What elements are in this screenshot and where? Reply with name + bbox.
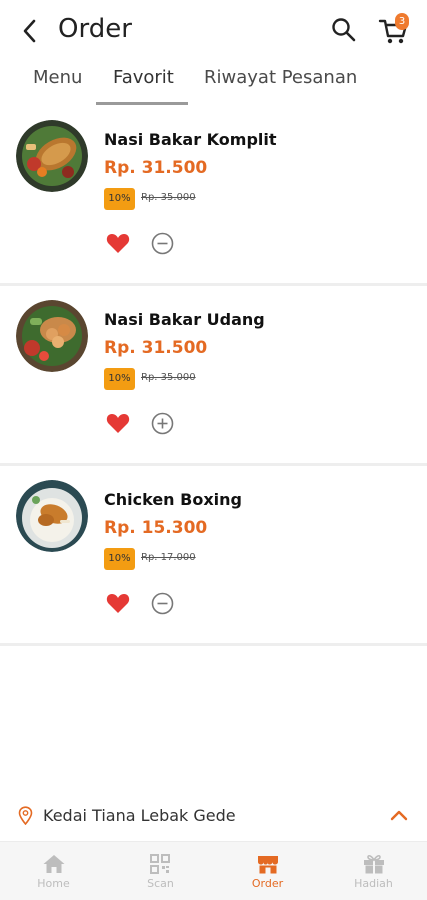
nav-item-order[interactable]: Order	[214, 842, 321, 900]
original-price: Rp. 35.000	[141, 372, 196, 383]
list-item[interactable]: Nasi Bakar Komplit Rp. 31.500 10% Rp. 35…	[0, 106, 427, 286]
discount-badge: 10%	[104, 188, 135, 210]
list-item[interactable]: Nasi Bakar Udang Rp. 31.500 10% Rp. 35.0…	[0, 286, 427, 466]
food-image-chicken-boxing	[16, 480, 88, 552]
nav-item-hadiah[interactable]: Hadiah	[320, 842, 427, 900]
search-icon	[332, 18, 356, 42]
minus-circle-icon	[151, 592, 174, 615]
store-selector[interactable]: Kedai Tiana Lebak Gede	[0, 796, 427, 836]
tab-favorit[interactable]: Favorit	[113, 67, 174, 88]
heart-icon	[106, 234, 130, 253]
home-icon	[43, 855, 65, 873]
nav-item-scan[interactable]: Scan	[107, 842, 214, 900]
item-name: Nasi Bakar Udang	[104, 310, 265, 329]
favorite-button[interactable]	[106, 592, 130, 614]
item-name: Chicken Boxing	[104, 490, 242, 509]
back-button[interactable]	[18, 16, 46, 46]
gift-icon	[364, 854, 384, 874]
food-image-nasi-bakar-komplit	[16, 120, 88, 192]
favorite-list: Nasi Bakar Komplit Rp. 31.500 10% Rp. 35…	[0, 106, 427, 646]
original-price: Rp. 17.000	[141, 552, 196, 563]
remove-quantity-button[interactable]	[151, 592, 174, 615]
location-pin-icon	[18, 806, 33, 825]
search-button[interactable]	[330, 16, 358, 44]
heart-icon	[106, 594, 130, 613]
tab-menu[interactable]: Menu	[33, 67, 82, 88]
nav-item-home[interactable]: Home	[0, 842, 107, 900]
active-tab-indicator	[96, 102, 188, 105]
favorite-button[interactable]	[106, 232, 130, 254]
add-quantity-button[interactable]	[151, 412, 174, 435]
item-price: Rp. 15.300	[104, 518, 208, 538]
tab-bar: Menu Favorit Riwayat Pesanan	[0, 62, 427, 106]
nav-label: Scan	[147, 877, 174, 890]
tab-riwayat-pesanan[interactable]: Riwayat Pesanan	[204, 67, 357, 88]
heart-icon	[106, 414, 130, 433]
qr-code-icon	[150, 854, 170, 874]
cart-count-badge: 3	[395, 13, 409, 30]
nav-label: Hadiah	[354, 877, 393, 890]
cart-button[interactable]: 3	[378, 13, 412, 46]
list-item[interactable]: Chicken Boxing Rp. 15.300 10% Rp. 17.000	[0, 466, 427, 646]
app-header: Order 3	[0, 0, 427, 62]
back-arrow-icon	[23, 19, 36, 43]
chevron-up-icon[interactable]	[389, 808, 409, 822]
original-price: Rp. 35.000	[141, 192, 196, 203]
item-price: Rp. 31.500	[104, 338, 208, 358]
nav-label: Home	[37, 877, 70, 890]
discount-badge: 10%	[104, 548, 135, 570]
discount-badge: 10%	[104, 368, 135, 390]
plus-circle-icon	[151, 412, 174, 435]
item-price: Rp. 31.500	[104, 158, 208, 178]
page-title: Order	[58, 14, 132, 44]
food-image-nasi-bakar-udang	[16, 300, 88, 372]
item-name: Nasi Bakar Komplit	[104, 130, 277, 149]
store-name: Kedai Tiana Lebak Gede	[43, 806, 236, 825]
bottom-navigation: Home Scan Order Hadiah	[0, 841, 427, 900]
minus-circle-icon	[151, 232, 174, 255]
favorite-button[interactable]	[106, 412, 130, 434]
nav-label: Order	[251, 877, 284, 890]
store-icon	[258, 856, 278, 874]
remove-quantity-button[interactable]	[151, 232, 174, 255]
